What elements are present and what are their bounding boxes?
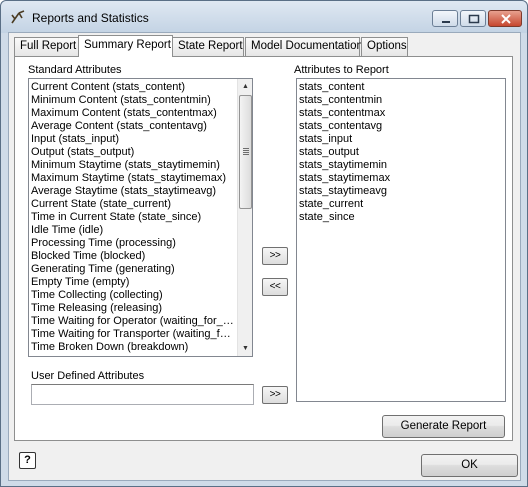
report-attribute-item[interactable]: state_current <box>297 198 503 211</box>
minimize-icon <box>442 21 450 23</box>
dialog-client: Full Report Summary Report State Report … <box>8 32 521 481</box>
standard-attribute-item[interactable]: Time Collecting (collecting) <box>29 289 236 302</box>
window-title: Reports and Statistics <box>32 11 149 25</box>
maximize-icon <box>468 14 480 24</box>
tab-summary-report[interactable]: Summary Report <box>78 35 173 57</box>
close-button[interactable] <box>488 10 522 27</box>
standard-attribute-item[interactable]: Time Waiting for Transporter (waiting_fo… <box>29 328 236 341</box>
report-attribute-item[interactable]: stats_contentmax <box>297 107 503 120</box>
standard-attributes-list[interactable]: Current Content (stats_content) Minimum C… <box>28 78 253 357</box>
generate-report-button[interactable]: Generate Report <box>382 415 505 438</box>
report-attribute-item[interactable]: stats_output <box>297 146 503 159</box>
standard-attribute-item[interactable]: Maximum Content (stats_contentmax) <box>29 107 236 120</box>
tab-state-report[interactable]: State Report <box>172 37 244 56</box>
standard-attribute-item[interactable]: Maximum Staytime (stats_staytimemax) <box>29 172 236 185</box>
standard-attribute-item[interactable]: Time in Current State (state_since) <box>29 211 236 224</box>
scroll-up-icon[interactable]: ▲ <box>238 79 252 94</box>
standard-attribute-item[interactable]: Input (stats_input) <box>29 133 236 146</box>
maximize-button[interactable] <box>460 10 486 27</box>
report-attribute-item[interactable]: stats_staytimemin <box>297 159 503 172</box>
user-defined-attributes-label: User Defined Attributes <box>31 370 145 382</box>
standard-attribute-item[interactable]: Blocked Time (blocked) <box>29 250 236 263</box>
grip-icon <box>243 148 249 156</box>
report-attribute-item[interactable]: stats_contentavg <box>297 120 503 133</box>
ok-button[interactable]: OK <box>421 454 518 477</box>
attributes-to-report-list[interactable]: stats_content stats_contentmin stats_conte… <box>296 78 506 402</box>
report-attribute-item[interactable]: stats_contentmin <box>297 94 503 107</box>
standard-attribute-item[interactable]: Current Content (stats_content) <box>29 81 236 94</box>
standard-attribute-item[interactable]: Average Staytime (stats_staytimeavg) <box>29 185 236 198</box>
tab-options[interactable]: Options <box>361 37 408 56</box>
report-attribute-item[interactable]: stats_staytimeavg <box>297 185 503 198</box>
close-icon <box>501 14 511 24</box>
standard-attribute-item[interactable]: Time Waiting for Operator (waiting_for_o… <box>29 315 236 328</box>
standard-attribute-item[interactable]: Empty Time (empty) <box>29 276 236 289</box>
tab-model-documentation[interactable]: Model Documentation <box>245 37 363 56</box>
scroll-down-icon[interactable]: ▼ <box>238 341 252 356</box>
report-attribute-item[interactable]: stats_staytimemax <box>297 172 503 185</box>
user-defined-attributes-input[interactable] <box>31 384 254 405</box>
report-attribute-item[interactable]: stats_input <box>297 133 503 146</box>
app-icon <box>11 10 25 24</box>
report-attribute-item[interactable]: state_since <box>297 211 503 224</box>
scrollbar-thumb[interactable] <box>239 95 252 209</box>
minimize-button[interactable] <box>432 10 458 27</box>
standard-attribute-item[interactable]: Generating Time (generating) <box>29 263 236 276</box>
standard-attribute-item[interactable]: Processing Time (processing) <box>29 237 236 250</box>
help-icon[interactable]: ? <box>19 452 36 469</box>
standard-attributes-label: Standard Attributes <box>28 64 122 76</box>
standard-attribute-item[interactable]: Idle Time (idle) <box>29 224 236 237</box>
standard-attribute-item[interactable]: Output (stats_output) <box>29 146 236 159</box>
add-user-attribute-button[interactable]: >> <box>262 386 288 404</box>
standard-attribute-item[interactable]: Time Releasing (releasing) <box>29 302 236 315</box>
standard-attribute-item[interactable]: Minimum Staytime (stats_staytimemin) <box>29 159 236 172</box>
standard-attributes-scrollbar[interactable]: ▲ ▼ <box>237 79 252 356</box>
tab-full-report[interactable]: Full Report <box>14 37 79 56</box>
title-bar: Reports and Statistics <box>1 1 527 33</box>
remove-attribute-button[interactable]: << <box>262 278 288 296</box>
standard-attribute-item[interactable]: Current State (state_current) <box>29 198 236 211</box>
reports-window: Reports and Statistics Full Report Summa… <box>0 0 528 487</box>
summary-report-panel: Standard Attributes Current Content (sta… <box>14 56 513 441</box>
add-attribute-button[interactable]: >> <box>262 247 288 265</box>
report-attribute-item[interactable]: stats_content <box>297 81 503 94</box>
attributes-to-report-label: Attributes to Report <box>294 64 389 76</box>
standard-attribute-item[interactable]: Average Content (stats_contentavg) <box>29 120 236 133</box>
standard-attribute-item[interactable]: Minimum Content (stats_contentmin) <box>29 94 236 107</box>
standard-attribute-item[interactable]: Time Broken Down (breakdown) <box>29 341 236 354</box>
